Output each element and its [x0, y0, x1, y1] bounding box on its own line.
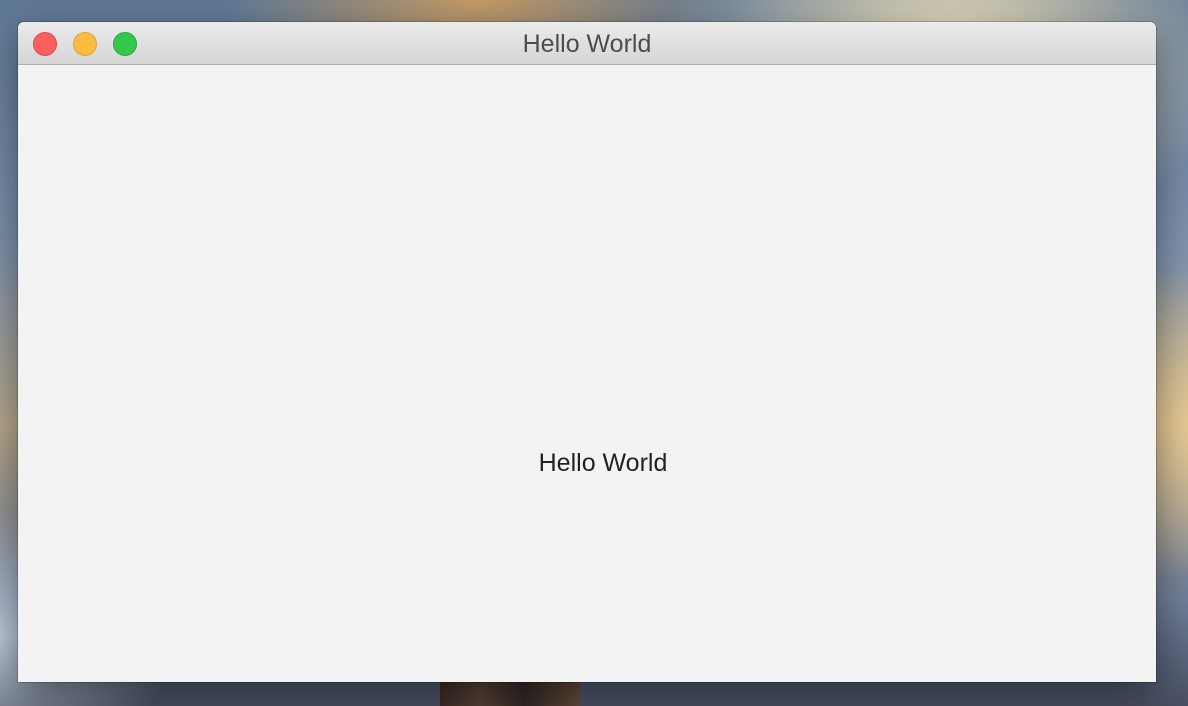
window-content: Hello World [18, 65, 1156, 682]
app-window: Hello World Hello World [18, 22, 1156, 682]
title-bar[interactable]: Hello World [18, 22, 1156, 65]
hello-label: Hello World [538, 449, 668, 477]
desktop-background: Hello World Hello World [0, 0, 1188, 706]
window-title: Hello World [522, 30, 652, 58]
